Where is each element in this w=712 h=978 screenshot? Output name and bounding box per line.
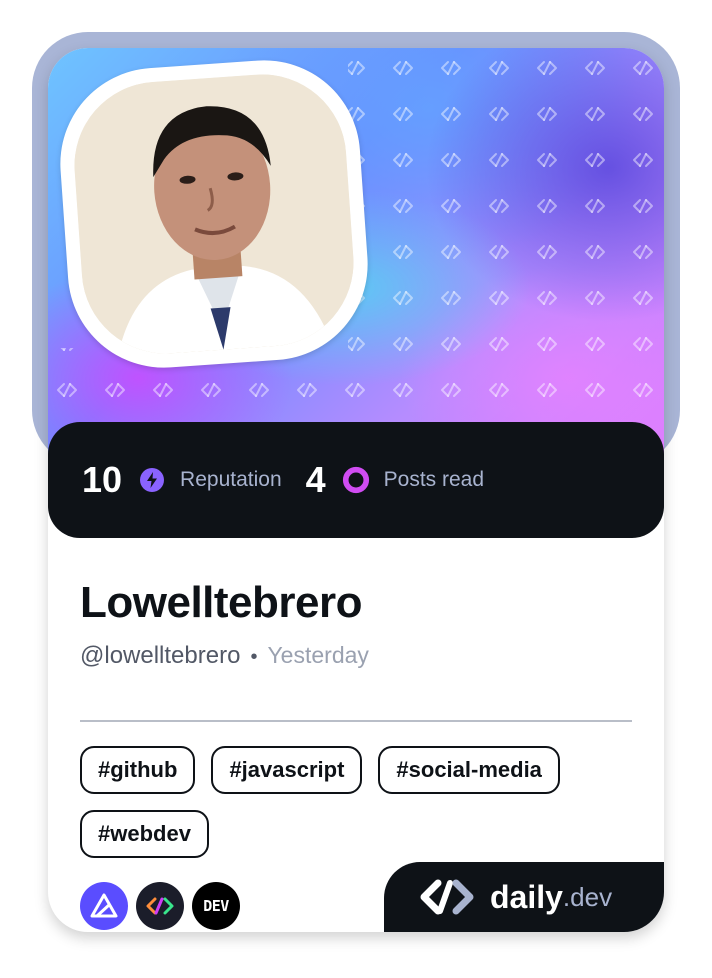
tag-social-media[interactable]: #social-media xyxy=(378,746,560,794)
profile-meta: @lowelltebrero • Yesterday xyxy=(80,642,369,670)
avatar-frame xyxy=(53,53,375,375)
avatar xyxy=(68,68,360,360)
daily-dev-brand: daily .dev xyxy=(384,862,664,932)
profile-name: Lowelltebrero xyxy=(80,578,363,627)
stats-bar: 10 Reputation 4 Posts read xyxy=(48,422,664,538)
profile-date: Yesterday xyxy=(267,642,369,668)
cover-background xyxy=(48,48,664,468)
brand-daily-text: daily xyxy=(490,878,563,915)
posts-read-value: 4 xyxy=(305,459,326,500)
dev-to-label: DEV xyxy=(203,897,229,915)
tag-javascript[interactable]: #javascript xyxy=(211,746,363,794)
dev-to-source-icon[interactable]: DEV xyxy=(192,882,240,930)
ring-icon xyxy=(342,466,370,494)
daily-dev-source-icon[interactable] xyxy=(136,882,184,930)
tag-github[interactable]: #github xyxy=(80,746,196,794)
sources-list: DEV xyxy=(80,882,240,930)
lightning-icon xyxy=(138,466,166,494)
tag-webdev[interactable]: #webdev xyxy=(80,810,209,858)
avatar-photo xyxy=(68,68,360,360)
posts-read-label: Posts read xyxy=(383,468,485,491)
tags-list: #github #javascript #social-media #webde… xyxy=(80,746,640,858)
daily-dev-logo-icon xyxy=(420,879,474,915)
reputation-value: 10 xyxy=(82,459,123,500)
ai-source-icon[interactable] xyxy=(80,882,128,930)
profile-handle[interactable]: @lowelltebrero xyxy=(80,642,240,670)
divider xyxy=(80,720,632,722)
reputation-label: Reputation xyxy=(180,468,282,491)
brand-dev-text: .dev xyxy=(562,881,613,912)
devcard: 10 Reputation 4 Posts read Lowelltebrero… xyxy=(32,32,680,948)
card-body: 10 Reputation 4 Posts read Lowelltebrero… xyxy=(48,48,664,932)
separator-dot: • xyxy=(250,646,258,668)
